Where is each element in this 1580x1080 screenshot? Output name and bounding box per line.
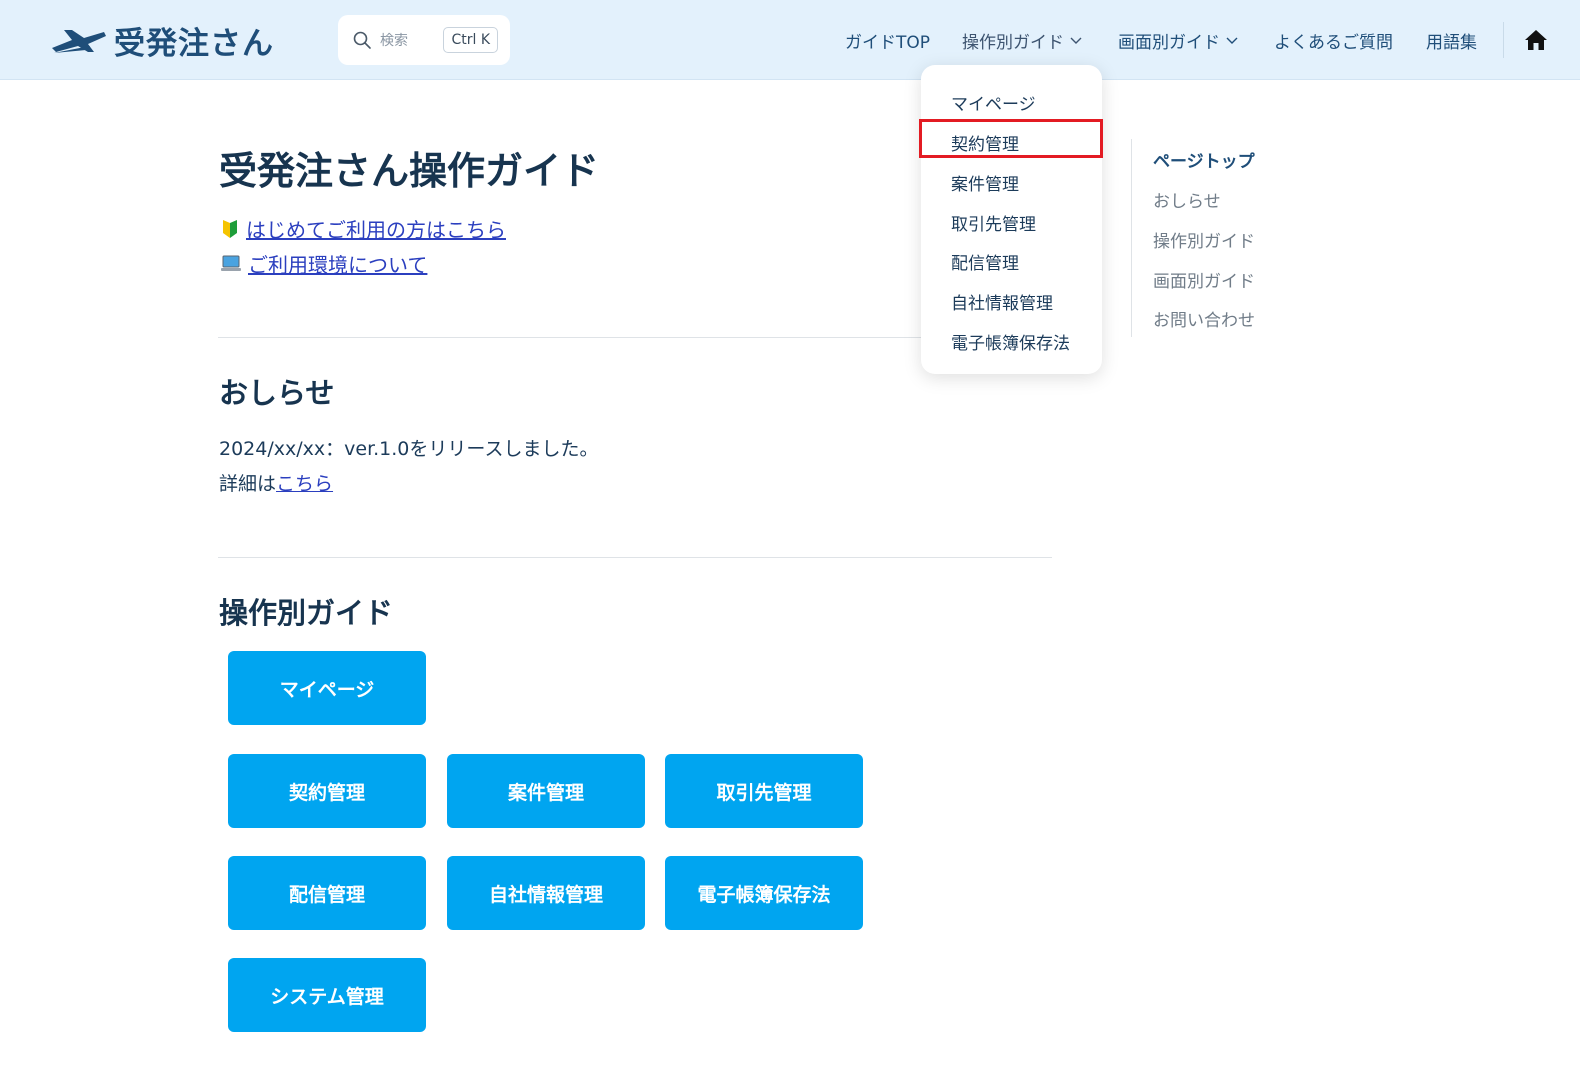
nav-glossary[interactable]: 用語集 <box>1426 28 1477 53</box>
news-line: 2024/xx/xx：ver.1.0をリリースしました。 <box>219 438 599 460</box>
toc-item-page-top[interactable]: ページトップ <box>1153 147 1255 172</box>
guide-button-company-info[interactable]: 自社情報管理 <box>447 856 645 930</box>
home-icon[interactable] <box>1524 28 1548 52</box>
nav-divider <box>1503 22 1504 58</box>
environment-link[interactable]: ご利用環境について <box>248 249 427 278</box>
guide-button-partner[interactable]: 取引先管理 <box>665 754 863 828</box>
toc-item-screen-guide[interactable]: 画面別ガイド <box>1153 267 1255 292</box>
beginner-link-row: はじめてご利用の方はこちら <box>220 214 506 243</box>
chevron-down-icon <box>1226 37 1238 44</box>
search-icon <box>353 31 371 49</box>
toc-item-operation-guide[interactable]: 操作別ガイド <box>1153 227 1255 252</box>
dropdown-item-company-info[interactable]: 自社情報管理 <box>951 289 1053 314</box>
news-detail-link[interactable]: こちら <box>276 473 333 495</box>
nav-guide-top[interactable]: ガイドTOP <box>845 28 930 53</box>
chevron-down-icon <box>1070 37 1082 44</box>
laptop-icon <box>221 255 241 271</box>
beginner-mark-icon <box>223 219 237 238</box>
highlight-box <box>919 119 1103 158</box>
dropdown-item-e-book[interactable]: 電子帳簿保存法 <box>951 329 1070 354</box>
guide-button-delivery[interactable]: 配信管理 <box>228 856 426 930</box>
divider <box>218 557 1052 558</box>
nav-by-operation[interactable]: 操作別ガイド <box>962 28 1082 53</box>
guide-button-system[interactable]: システム管理 <box>228 958 426 1032</box>
toc-item-contact[interactable]: お問い合わせ <box>1153 306 1255 331</box>
logo-text: 受発注さん <box>114 25 274 62</box>
site-header: 受発注さん 検索 Ctrl K ガイドTOP 操作別ガイド 画面別ガイド よくあ… <box>0 0 1580 80</box>
operation-guide-dropdown: マイページ 契約管理 案件管理 取引先管理 配信管理 自社情報管理 電子帳簿保存… <box>919 65 1103 374</box>
environment-link-row: ご利用環境について <box>220 249 427 278</box>
search-placeholder: 検索 <box>380 33 408 49</box>
nav-by-screen[interactable]: 画面別ガイド <box>1118 28 1238 53</box>
guide-button-contract[interactable]: 契約管理 <box>228 754 426 828</box>
search-shortcut-key: Ctrl K <box>443 27 498 53</box>
guide-button-project[interactable]: 案件管理 <box>447 754 645 828</box>
nav-by-screen-label: 画面別ガイド <box>1118 33 1220 53</box>
nav-faq[interactable]: よくあるご質問 <box>1274 28 1393 53</box>
operation-guide-heading: 操作別ガイド <box>219 596 394 630</box>
news-heading: おしらせ <box>219 376 335 410</box>
nav-by-operation-label: 操作別ガイド <box>962 33 1064 53</box>
dropdown-item-delivery[interactable]: 配信管理 <box>951 249 1019 274</box>
dropdown-item-mypage[interactable]: マイページ <box>951 90 1036 115</box>
dropdown-item-partner[interactable]: 取引先管理 <box>951 210 1036 235</box>
guide-button-mypage[interactable]: マイページ <box>228 651 426 725</box>
guide-button-e-book[interactable]: 電子帳簿保存法 <box>665 856 863 930</box>
toc-rail <box>1131 139 1132 337</box>
news-detail-prefix: 詳細は <box>219 473 277 495</box>
airplane-logo-icon <box>52 30 106 53</box>
search-box[interactable]: 検索 Ctrl K <box>338 15 510 65</box>
toc-item-news[interactable]: おしらせ <box>1153 187 1221 212</box>
dropdown-item-project[interactable]: 案件管理 <box>951 170 1019 195</box>
news-detail-line: 詳細はこちら <box>219 469 333 496</box>
page-title: 受発注さん操作ガイド <box>219 149 600 193</box>
beginner-link[interactable]: はじめてご利用の方はこちら <box>246 214 506 243</box>
site-logo[interactable]: 受発注さん <box>50 20 274 62</box>
